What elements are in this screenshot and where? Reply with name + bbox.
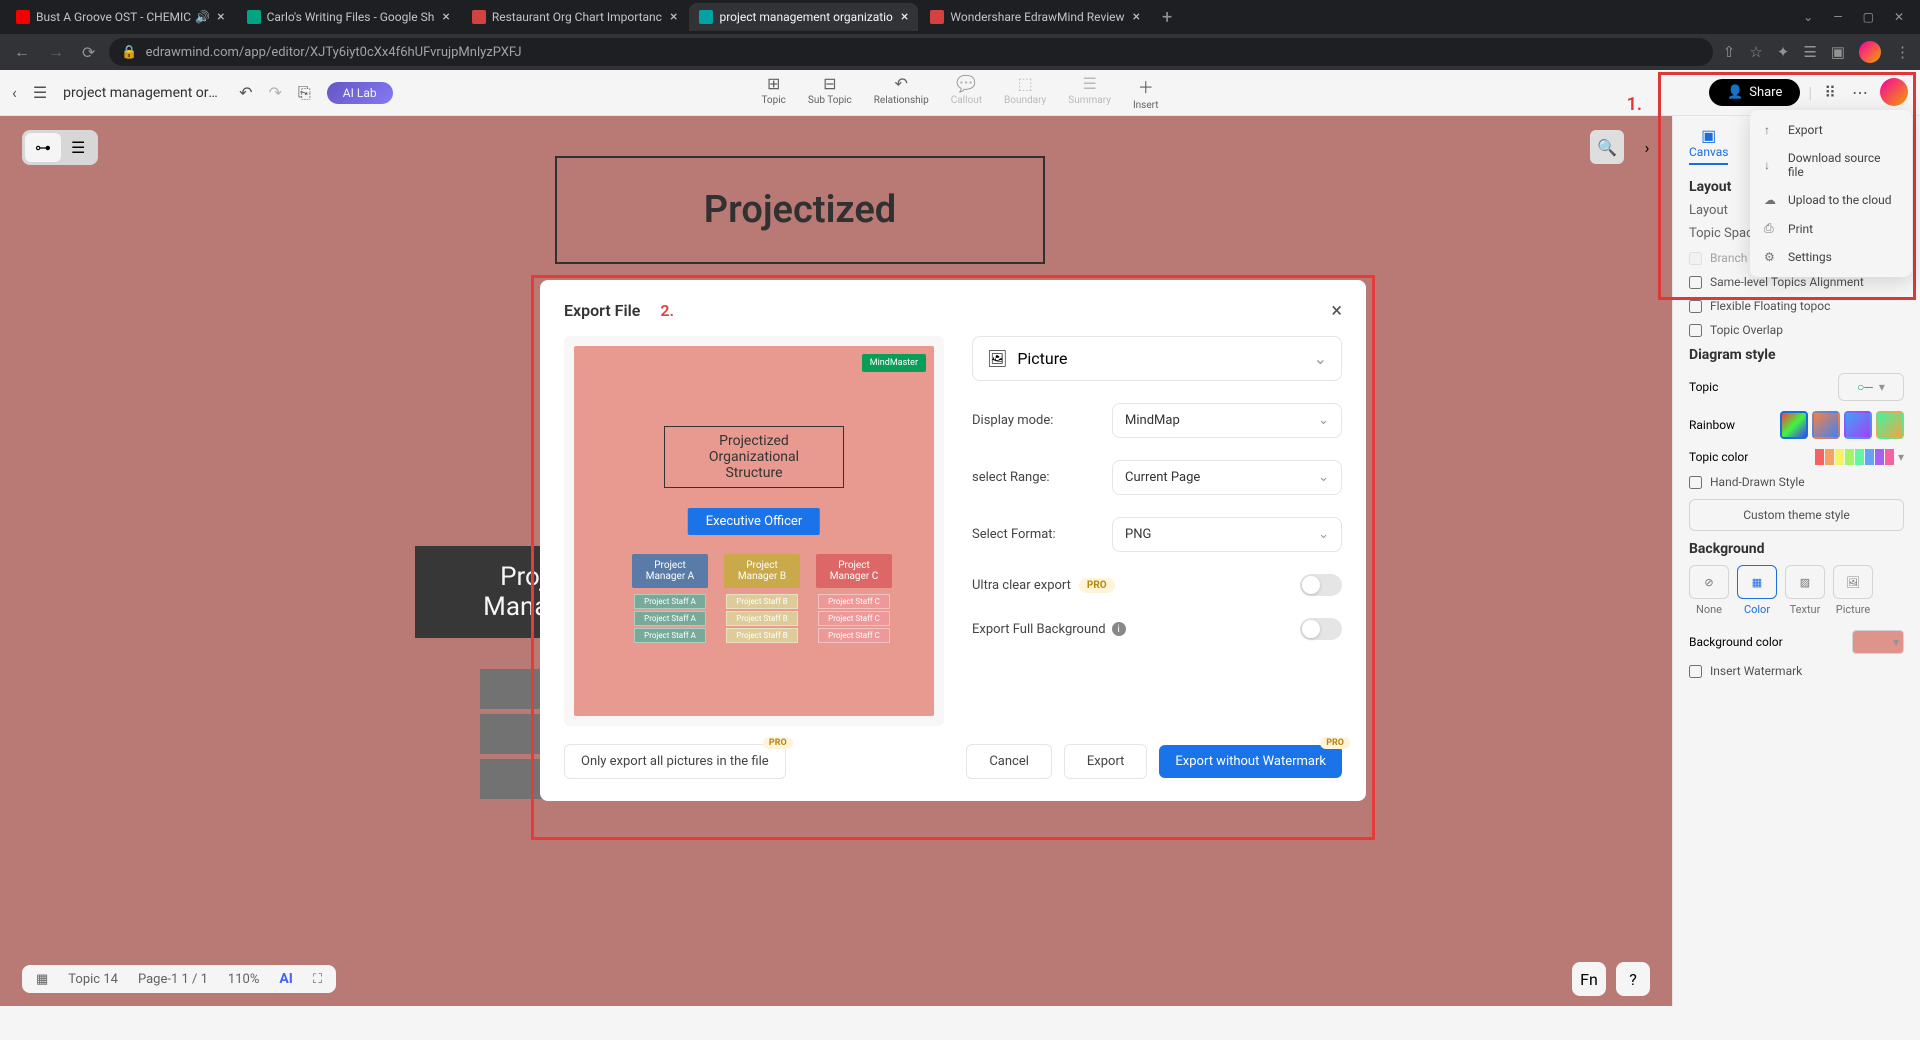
select-range-select[interactable]: Current Page⌄ <box>1112 460 1342 495</box>
chevron-down-icon: ⌄ <box>1318 413 1329 428</box>
chevron-down-icon: ⌄ <box>1318 527 1329 542</box>
preview-mgr-c: Project Manager C <box>816 554 892 588</box>
close-dialog-button[interactable]: × <box>1331 298 1342 322</box>
display-mode-label: Display mode: <box>972 413 1112 428</box>
ultra-clear-label: Ultra clear export <box>972 578 1071 593</box>
export-full-bg-label: Export Full Background <box>972 622 1106 637</box>
dialog-title: Export File <box>564 301 640 320</box>
export-full-bg-toggle[interactable] <box>1300 618 1342 640</box>
preview-mgr-a: Project Manager A <box>632 554 708 588</box>
export-preview: MindMaster ProjectizedOrganizational Str… <box>564 336 944 726</box>
pro-badge: PRO <box>1079 578 1115 593</box>
preview-exec: Executive Officer <box>688 508 820 535</box>
display-mode-select[interactable]: MindMap⌄ <box>1112 403 1342 438</box>
chevron-down-icon: ⌄ <box>1318 470 1329 485</box>
chevron-down-icon: ⌄ <box>1314 349 1327 368</box>
watermark-badge: MindMaster <box>862 354 926 372</box>
export-without-watermark-button[interactable]: Export without WatermarkPRO <box>1159 745 1342 778</box>
file-type-select[interactable]: 🖼 Picture ⌄ <box>972 336 1342 381</box>
ultra-clear-toggle[interactable] <box>1300 574 1342 596</box>
annotation-callout-2: 2. <box>660 301 674 320</box>
preview-mgr-b: Project Manager B <box>724 554 800 588</box>
export-button[interactable]: Export <box>1064 744 1148 779</box>
preview-root: ProjectizedOrganizational Structure <box>664 426 844 488</box>
info-icon[interactable]: i <box>1112 622 1126 636</box>
picture-icon: 🖼 <box>987 349 1007 368</box>
export-dialog: Export File 2. × MindMaster ProjectizedO… <box>540 280 1366 801</box>
select-range-label: select Range: <box>972 470 1112 485</box>
select-format-select[interactable]: PNG⌄ <box>1112 517 1342 552</box>
select-format-label: Select Format: <box>972 527 1112 542</box>
cancel-button[interactable]: Cancel <box>966 744 1052 779</box>
only-export-pictures-button[interactable]: Only export all pictures in the filePRO <box>564 744 786 779</box>
